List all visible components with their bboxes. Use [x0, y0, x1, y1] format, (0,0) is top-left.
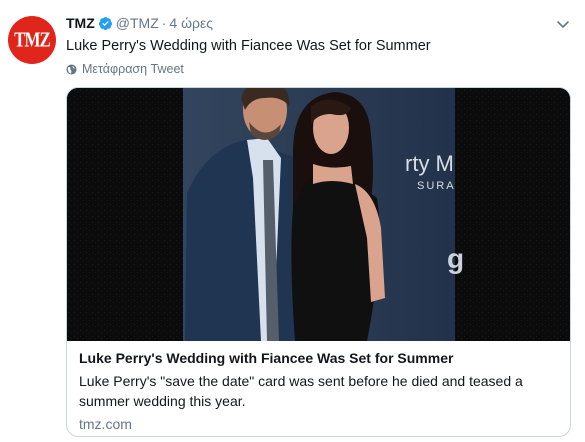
author-handle[interactable]: @TMZ — [116, 15, 159, 31]
backdrop-text-2: SURA — [417, 180, 456, 192]
card-description: Luke Perry's "save the date" card was se… — [79, 373, 523, 409]
card-body: Luke Perry's Wedding with Fiancee Was Se… — [79, 350, 559, 432]
link-preview-card[interactable]: rty M SURA g Luke Perry's Wedding with F… — [66, 87, 571, 437]
translate-label: Μετάφραση Tweet — [82, 62, 184, 76]
globe-icon — [66, 63, 77, 75]
translate-tweet-link[interactable]: Μετάφραση Tweet — [66, 62, 184, 76]
verified-badge-icon — [98, 16, 112, 30]
backdrop-text-1: rty M — [405, 151, 454, 176]
chevron-down-icon[interactable] — [555, 16, 571, 32]
tweet-header: TMZ @TMZ · 4 ώρες — [66, 14, 213, 32]
author-name[interactable]: TMZ — [66, 15, 95, 31]
avatar-logo-text: TMZ — [14, 27, 51, 52]
backdrop-text-3: g — [447, 243, 464, 274]
tweet-text: Luke Perry's Wedding with Fiancee Was Se… — [66, 38, 431, 54]
separator-dot: · — [161, 15, 167, 31]
couple-photo: rty M SURA g — [67, 88, 570, 341]
avatar[interactable]: TMZ — [8, 16, 56, 64]
card-image[interactable]: rty M SURA g — [67, 88, 570, 341]
card-title[interactable]: Luke Perry's Wedding with Fiancee Was Se… — [79, 350, 559, 366]
tweet-timestamp[interactable]: 4 ώρες — [169, 15, 213, 31]
tweet[interactable]: TMZ TMZ @TMZ · 4 ώρες Luke Perry's Weddi… — [0, 0, 585, 442]
card-domain: tmz.com — [79, 416, 132, 432]
